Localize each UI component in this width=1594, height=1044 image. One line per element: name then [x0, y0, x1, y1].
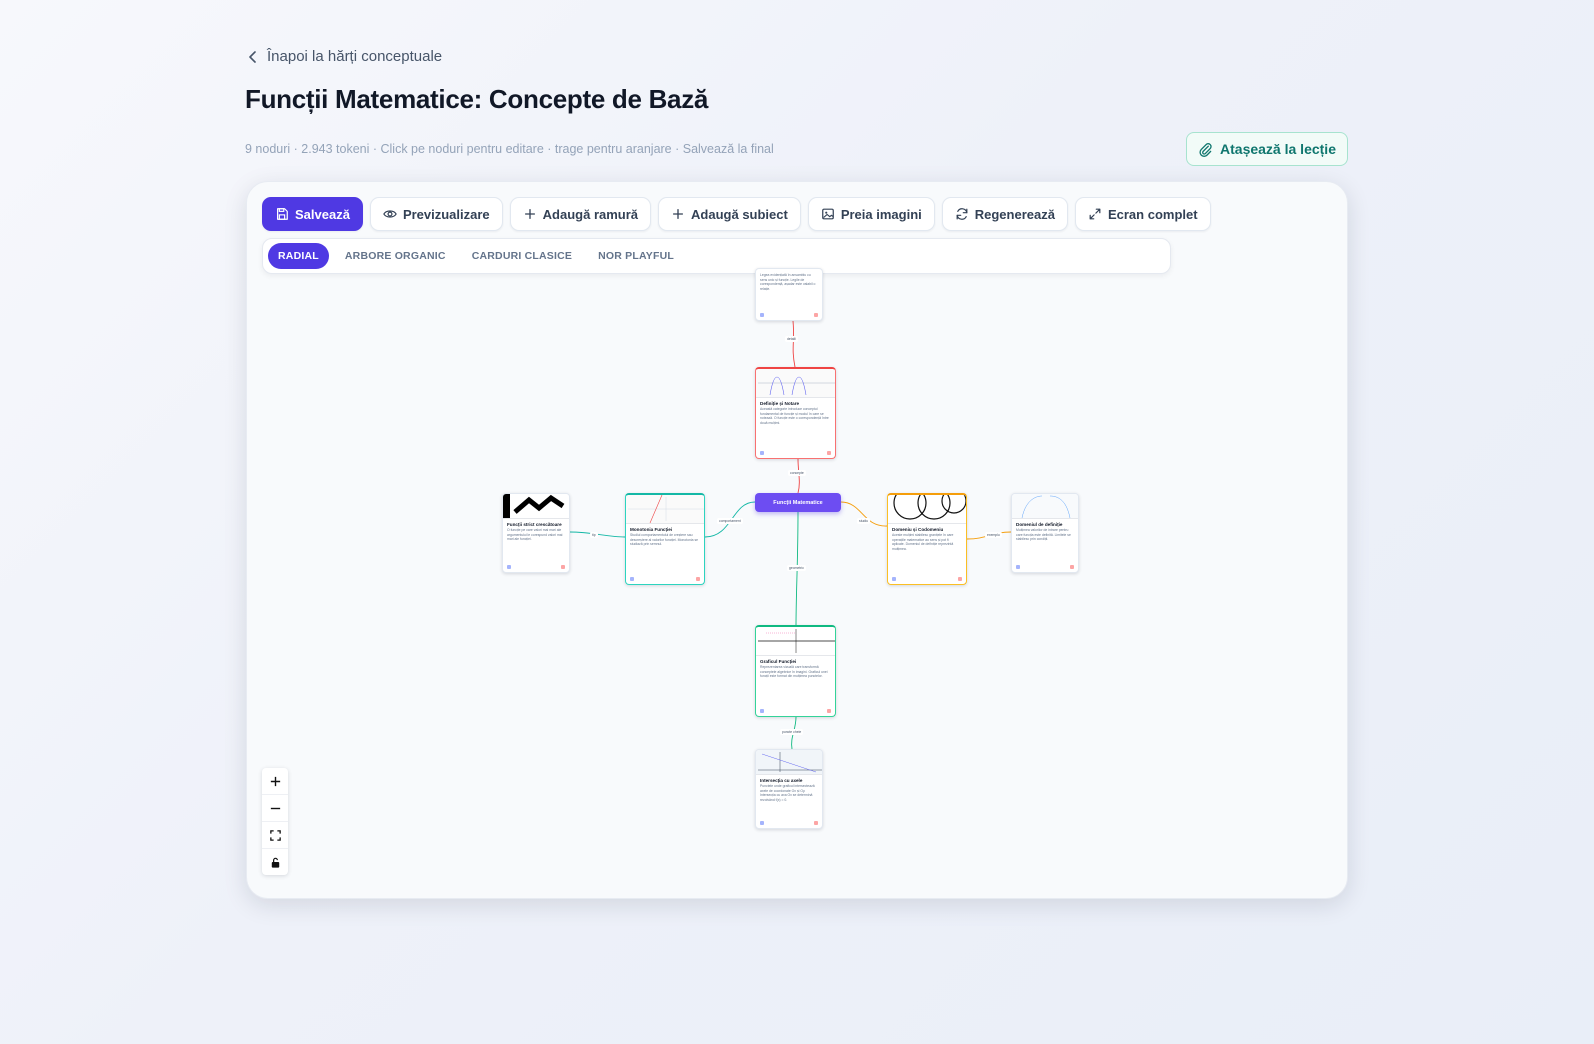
- lock-icon: [271, 857, 279, 868]
- edge-label-strict: tip: [590, 532, 598, 538]
- fullscreen-button[interactable]: Ecran complet: [1074, 197, 1211, 231]
- fullscreen-label: Ecran complet: [1107, 206, 1198, 222]
- sets-diagram-image: [888, 495, 966, 524]
- map-node-central[interactable]: Funcții Matematice: [755, 493, 841, 512]
- plus-icon: [673, 208, 684, 220]
- edge-label-intersect: puncte cheie: [780, 729, 804, 735]
- domain-graph-image: [1012, 494, 1078, 519]
- edge-label-definitions: concepte: [788, 470, 806, 476]
- map-node-intersection-desc: Punctele unde graficul intersectează axe…: [760, 784, 815, 802]
- attach-to-lesson-label: Atașează la lecție: [1220, 141, 1336, 157]
- attach-to-lesson-button[interactable]: Atașează la lecție: [1186, 132, 1348, 166]
- floppy-disk-icon: [277, 208, 288, 220]
- edge-label-domain-def: exemplu: [985, 532, 1002, 538]
- map-node-domain-title: Domeniu și Codomeniu: [892, 527, 944, 532]
- paperclip-icon: [1199, 142, 1212, 157]
- map-node-definitions-title: Definiție și Notare: [760, 401, 800, 406]
- refresh-icon: [956, 208, 968, 220]
- fit-view-icon: [269, 829, 281, 841]
- lock-button[interactable]: [262, 849, 288, 875]
- map-node-domain[interactable]: Domeniu și Codomeniu Aceste mulțimi stab…: [887, 493, 967, 585]
- map-node-graph-desc: Reprezentarea vizuală care transformă co…: [760, 665, 828, 679]
- layout-tab-organic-tree[interactable]: ARBORE ORGANIC: [335, 243, 456, 269]
- monotony-graph-image: [626, 495, 704, 524]
- map-meta-info: 9 noduri · 2.943 tokeni · Click pe nodur…: [245, 142, 774, 156]
- axes-grid-image: [756, 750, 822, 775]
- zoom-out-button[interactable]: [262, 795, 288, 822]
- concept-map-canvas[interactable]: Salvează Previzualizare Adaugă ramură Ad…: [246, 181, 1348, 899]
- layout-switcher: RADIAL ARBORE ORGANIC CARDURI CLASICE NO…: [262, 238, 1171, 274]
- add-subject-button[interactable]: Adaugă subiect: [658, 197, 801, 231]
- chevron-left-icon: [249, 50, 256, 63]
- back-link[interactable]: Înapoi la hărți conceptuale: [247, 48, 442, 65]
- map-node-graph[interactable]: Graficul Funcției Reprezentarea vizuală …: [755, 625, 836, 717]
- zoom-controls: [262, 768, 288, 875]
- map-node-domain-definition[interactable]: Domeniul de definiție Mulțimea valorilor…: [1011, 493, 1079, 573]
- fit-view-button[interactable]: [262, 822, 288, 849]
- map-node-monotony[interactable]: Monotonia Funcției Studiul comportamentu…: [625, 493, 705, 585]
- function-sketch-image: [756, 369, 835, 398]
- map-node-monotony-title: Monotonia Funcției: [630, 527, 673, 532]
- edge-label-monotony: comportament: [717, 518, 743, 524]
- edge-label-graph: geometric: [787, 565, 806, 571]
- editor-toolbar: Salvează Previzualizare Adaugă ramură Ad…: [262, 197, 1211, 231]
- map-node-definitions[interactable]: Definiție și Notare Această categorie in…: [755, 367, 836, 459]
- map-node-domain-desc: Aceste mulțimi stabilesc granițele în ca…: [892, 533, 954, 551]
- add-branch-label: Adaugă ramură: [542, 206, 639, 222]
- map-node-domain-definition-desc: Mulțimea valorilor de intrare pentru car…: [1016, 528, 1071, 542]
- back-link-label: Înapoi la hărți conceptuale: [267, 48, 443, 65]
- layout-tab-playful-cloud[interactable]: NOR PLAYFUL: [588, 243, 684, 269]
- number-line-image: [756, 627, 835, 656]
- regenerate-label: Regenerează: [974, 206, 1055, 222]
- add-branch-button[interactable]: Adaugă ramură: [509, 197, 652, 231]
- fetch-images-label: Preia imagini: [840, 206, 922, 222]
- map-node-domain-definition-title: Domeniul de definiție: [1016, 522, 1063, 527]
- add-subject-label: Adaugă subiect: [691, 206, 788, 222]
- plus-icon: [524, 208, 535, 220]
- map-node-graph-title: Graficul Funcției: [760, 659, 797, 664]
- map-node-strict-increasing[interactable]: Funcții strict crescătoare O funcție pe …: [502, 493, 570, 573]
- expand-icon: [1089, 208, 1101, 220]
- map-node-monotony-desc: Studiul comportamentului de creștere sau…: [630, 533, 699, 547]
- fetch-images-button[interactable]: Preia imagini: [807, 197, 935, 231]
- layout-tab-classic-cards[interactable]: CARDURI CLASICE: [462, 243, 582, 269]
- map-node-top[interactable]: Legea evidențiată în ansamblu cu sens un…: [755, 268, 823, 321]
- save-button[interactable]: Salvează: [262, 197, 363, 231]
- page-title: Funcții Matematice: Concepte de Bază: [245, 84, 709, 114]
- preview-button[interactable]: Previzualizare: [369, 197, 503, 231]
- map-node-strict-increasing-title: Funcții strict crescătoare: [507, 522, 562, 527]
- layout-tab-radial[interactable]: RADIAL: [268, 243, 329, 269]
- zoom-in-button[interactable]: [262, 768, 288, 795]
- increasing-zigzag-image: [503, 494, 569, 519]
- edge-label-top: detalii: [785, 336, 798, 342]
- edge-label-domain: studiu: [857, 518, 871, 524]
- regenerate-button[interactable]: Regenerează: [941, 197, 1068, 231]
- plus-icon: [270, 776, 280, 786]
- map-node-intersection-title: Intersecția cu axele: [760, 778, 803, 783]
- eye-icon: [383, 210, 397, 218]
- image-icon: [821, 208, 834, 220]
- map-node-definitions-desc: Această categorie introduce conceptul fu…: [760, 407, 829, 425]
- map-node-intersection[interactable]: Intersecția cu axele Punctele unde grafi…: [755, 749, 823, 829]
- map-node-strict-increasing-desc: O funcție pe care valori mai mari ale ar…: [507, 528, 563, 542]
- map-node-top-desc: Legea evidențiată în ansamblu cu sens un…: [760, 273, 816, 291]
- preview-label: Previzualizare: [402, 206, 490, 222]
- minus-icon: [270, 807, 280, 809]
- save-label: Salvează: [295, 206, 350, 222]
